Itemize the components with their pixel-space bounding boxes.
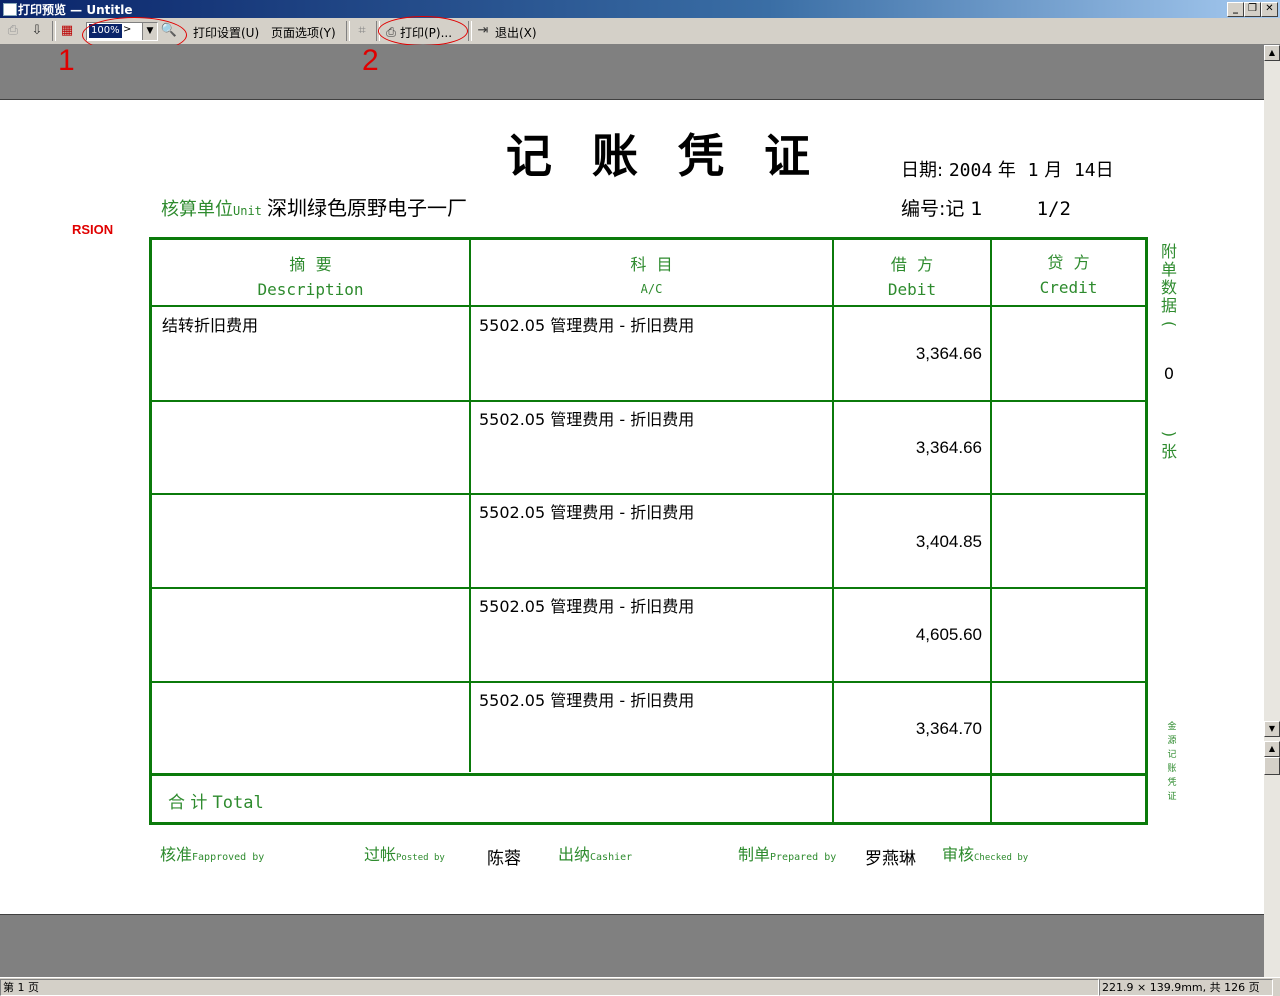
header-debit: 借 方 Debit: [887, 255, 937, 299]
header-description: 摘 要 Description: [257, 255, 364, 299]
row-1-account: 5502.05 管理费用 - 折旧费用: [479, 316, 695, 335]
row-1-summary: 结转折旧费用: [162, 316, 259, 335]
row-3-debit: 3,404.85: [915, 532, 982, 551]
voucher-number: 编号:记 1 1/2: [901, 198, 1071, 220]
row-5-account: 5502.05 管理费用 - 折旧费用: [479, 691, 695, 710]
exit-button[interactable]: 退出(X): [495, 24, 537, 41]
window-title: 打印预览 — Untitle: [18, 3, 133, 17]
header-account: 科 目 A/C: [630, 255, 673, 296]
toolbar: ⎙ ⇩ ▦ 100% > ▼ 🔍 打印设置(U) 页面选项(Y) ⌗ ⎙ 打印(…: [0, 18, 1280, 45]
total-label: 合 计 Total: [168, 793, 264, 813]
callout-ellipse-2: [378, 16, 468, 46]
attachment-count-suffix: ) 张: [1160, 430, 1179, 461]
posted-by-name: 陈蓉: [487, 849, 521, 869]
signature-prepared: 制单Prepared by: [738, 845, 837, 864]
status-paper-info: 221.9 × 139.9mm, 共 126 页: [1099, 979, 1273, 996]
row-1-debit: 3,364.66: [915, 344, 982, 363]
watermark-text: RSION: [72, 222, 114, 237]
signature-cashier: 出纳Cashier: [558, 845, 633, 864]
row-5-debit: 3,364.70: [915, 719, 982, 738]
attachment-count-label: 附 单 数 据 (: [1160, 242, 1179, 328]
attachment-count-value: 0: [1163, 364, 1175, 383]
page-options-button[interactable]: 页面选项(Y): [271, 24, 336, 41]
preview-margin-bottom: [0, 914, 1264, 977]
preview-margin-top: [0, 45, 1264, 100]
title-bar: 打印预览 — Untitle _ ❐ ✕: [0, 0, 1280, 18]
page-setup-icon[interactable]: ⎙: [4, 22, 22, 40]
signature-checked: 审核Checked by: [942, 845, 1029, 864]
row-3-account: 5502.05 管理费用 - 折旧费用: [479, 503, 695, 522]
exit-door-icon: ⇥: [477, 23, 489, 38]
voucher-title: 记账凭证: [506, 129, 850, 183]
scroll-thumb[interactable]: [1264, 757, 1280, 775]
status-bar: 第 1 页 221.9 × 139.9mm, 共 126 页: [0, 977, 1280, 996]
restore-button[interactable]: ❐: [1244, 2, 1261, 17]
grid-icon[interactable]: ⌗: [353, 22, 371, 40]
prepared-by-name: 罗燕琳: [865, 849, 916, 869]
scroll-up-icon-2[interactable]: ▲: [1264, 741, 1280, 757]
row-4-debit: 4,605.60: [915, 625, 982, 644]
voucher-date: 日期: 2004 年 1 月 14日: [901, 160, 1114, 181]
app-icon: [3, 3, 17, 16]
scroll-up-icon[interactable]: ▲: [1264, 45, 1280, 61]
vertical-scrollbar[interactable]: ▲ ▼ ▲: [1264, 45, 1280, 977]
scroll-down-icon[interactable]: ▼: [1264, 721, 1280, 737]
status-page: 第 1 页: [0, 979, 1099, 996]
multi-page-icon[interactable]: ▦: [58, 22, 76, 40]
signature-approved: 核准Fapproved by: [160, 845, 265, 864]
row-2-account: 5502.05 管理费用 - 折旧费用: [479, 410, 695, 429]
print-setup-button[interactable]: 打印设置(U): [193, 24, 259, 41]
export-icon[interactable]: ⇩: [28, 22, 46, 40]
minimize-button[interactable]: _: [1227, 2, 1244, 17]
signature-posted: 过帐Posted by: [364, 845, 445, 864]
row-2-debit: 3,364.66: [915, 438, 982, 457]
callout-number-2: 2: [362, 44, 379, 77]
row-4-account: 5502.05 管理费用 - 折旧费用: [479, 597, 695, 616]
software-side-note: 金 源 记 账 凭 证: [1167, 722, 1177, 802]
close-button[interactable]: ✕: [1261, 2, 1278, 17]
accounting-unit: 核算单位Unit 深圳绿色原野电子一厂: [161, 196, 467, 220]
header-credit: 贷 方 Credit: [1039, 253, 1098, 297]
voucher-table: 摘 要 Description 科 目 A/C 借 方 Debit 贷 方 Cr…: [149, 237, 1148, 825]
callout-number-1: 1: [58, 44, 75, 77]
